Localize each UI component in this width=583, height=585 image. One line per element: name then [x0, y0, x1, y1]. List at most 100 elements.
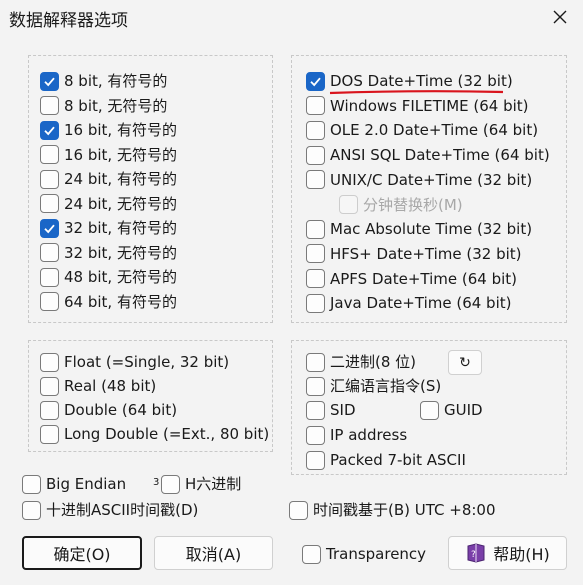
refresh-button[interactable]: ↻	[448, 350, 482, 375]
transparency-checkbox[interactable]	[302, 544, 321, 564]
transparency-label: Transparency	[326, 545, 427, 563]
transparency-option[interactable]: Transparency	[302, 543, 426, 565]
date-type-checkbox[interactable]	[306, 71, 325, 91]
assembly-option[interactable]: 汇编语言指令(S)	[306, 375, 441, 397]
float-type-checkbox[interactable]	[40, 352, 59, 372]
guid-label: GUID	[444, 401, 483, 419]
big-endian-option[interactable]: Big Endian	[22, 473, 126, 495]
date-type-option[interactable]: Windows FILETIME (64 bit)	[306, 95, 529, 117]
timestamp-base-option[interactable]: 时间戳基于(B) UTC +8:00	[289, 499, 496, 521]
integer-type-checkbox[interactable]	[40, 292, 59, 311]
integer-type-label: 8 bit, 无符号的	[64, 96, 168, 115]
assembly-label: 汇编语言指令(S)	[330, 377, 442, 395]
date-type-checkbox[interactable]	[306, 244, 325, 264]
integer-type-option[interactable]: 24 bit, 有符号的	[40, 168, 177, 190]
hex-label: H六进制	[185, 475, 242, 493]
integer-type-option[interactable]: 16 bit, 有符号的	[40, 119, 177, 141]
date-type-checkbox[interactable]	[306, 120, 325, 140]
big-endian-checkbox[interactable]	[22, 474, 41, 494]
ip-option[interactable]: IP address	[306, 424, 407, 446]
hex-option[interactable]: H六进制	[161, 473, 241, 495]
ip-label: IP address	[330, 426, 408, 444]
integer-type-checkbox[interactable]	[40, 145, 59, 164]
timestamp-base-checkbox[interactable]	[289, 500, 308, 520]
window-title: 数据解释器选项	[9, 11, 128, 31]
float-type-option[interactable]: Real (48 bit)	[40, 375, 156, 397]
float-type-label: Double (64 bit)	[64, 401, 178, 419]
cancel-button[interactable]: 取消(A)	[154, 536, 273, 570]
date-type-checkbox[interactable]	[306, 293, 325, 313]
check-icon	[44, 224, 55, 233]
integer-type-label: 24 bit, 有符号的	[64, 170, 177, 188]
date-type-label: HFS+ Date+Time (32 bit)	[330, 244, 522, 263]
integer-type-checkbox[interactable]	[40, 96, 59, 115]
integer-type-checkbox[interactable]	[40, 243, 59, 262]
guid-option[interactable]: GUID	[420, 399, 483, 421]
float-type-checkbox[interactable]	[40, 424, 59, 444]
guid-checkbox[interactable]	[420, 400, 439, 420]
ip-checkbox[interactable]	[306, 425, 325, 445]
sid-label: SID	[330, 401, 356, 419]
date-type-option[interactable]: DOS Date+Time (32 bit)	[306, 70, 513, 92]
date-type-checkbox[interactable]	[306, 219, 325, 239]
integer-type-option[interactable]: 48 bit, 无符号的	[40, 266, 177, 288]
red-underline-annotation	[329, 90, 504, 95]
date-type-label: Mac Absolute Time (32 bit)	[330, 220, 533, 239]
integer-type-option[interactable]: 8 bit, 有符号的	[40, 70, 167, 92]
ok-button[interactable]: 确定(O)	[22, 536, 142, 570]
date-type-option[interactable]: OLE 2.0 Date+Time (64 bit)	[306, 119, 538, 141]
float-type-option[interactable]: Long Double (=Ext., 80 bit)	[40, 423, 269, 445]
sid-option[interactable]: SID	[306, 399, 356, 421]
date-type-option[interactable]: HFS+ Date+Time (32 bit)	[306, 243, 522, 265]
integer-type-checkbox[interactable]	[40, 267, 59, 287]
decimal-ascii-checkbox[interactable]	[22, 500, 41, 520]
float-type-option[interactable]: Float (=Single, 32 bit)	[40, 351, 229, 373]
binary-option[interactable]: 二进制(8 位)	[306, 351, 416, 373]
float-type-option[interactable]: Double (64 bit)	[40, 399, 177, 421]
integer-type-checkbox[interactable]	[40, 194, 59, 213]
close-button[interactable]	[537, 0, 583, 34]
date-type-label: OLE 2.0 Date+Time (64 bit)	[330, 121, 539, 140]
float-type-label: Long Double (=Ext., 80 bit)	[64, 425, 270, 443]
integer-type-option[interactable]: 8 bit, 无符号的	[40, 95, 167, 117]
date-type-checkbox[interactable]	[306, 145, 325, 165]
date-type-option[interactable]: UNIX/C Date+Time (32 bit)	[306, 169, 532, 191]
integer-type-option[interactable]: 16 bit, 无符号的	[40, 144, 177, 166]
decimal-ascii-option[interactable]: 十进制ASCII时间戳(D)	[22, 499, 198, 521]
date-type-option[interactable]: Java Date+Time (64 bit)	[306, 292, 511, 314]
superscript-3: 3	[153, 477, 160, 488]
decimal-ascii-label: 十进制ASCII时间戳(D)	[46, 501, 199, 519]
integer-type-checkbox[interactable]	[40, 218, 59, 238]
help-label: 帮助(H)	[493, 545, 550, 564]
integer-type-checkbox[interactable]	[40, 169, 59, 189]
integer-type-option[interactable]: 32 bit, 有符号的	[40, 217, 177, 239]
integer-type-option[interactable]: 24 bit, 无符号的	[40, 193, 177, 215]
date-type-option[interactable]: APFS Date+Time (64 bit)	[306, 268, 517, 290]
packed-ascii-checkbox[interactable]	[306, 450, 325, 470]
help-button[interactable]: ? 帮助(H)	[448, 536, 567, 570]
check-icon	[310, 77, 321, 86]
hex-checkbox[interactable]	[161, 474, 180, 494]
date-type-checkbox[interactable]	[306, 269, 325, 289]
float-type-checkbox[interactable]	[40, 376, 59, 396]
date-type-option[interactable]: ANSI SQL Date+Time (64 bit)	[306, 144, 550, 166]
integer-type-label: 16 bit, 有符号的	[64, 121, 177, 139]
sid-checkbox[interactable]	[306, 400, 325, 420]
integer-type-checkbox[interactable]	[40, 71, 59, 91]
date-type-option[interactable]: Mac Absolute Time (32 bit)	[306, 218, 532, 240]
integer-type-option[interactable]: 64 bit, 有符号的	[40, 291, 177, 313]
title-bar: 数据解释器选项	[0, 0, 583, 34]
svg-text:?: ?	[471, 550, 476, 560]
cancel-label: 取消(A)	[185, 545, 242, 564]
integer-type-label: 24 bit, 无符号的	[64, 194, 177, 213]
packed-ascii-option[interactable]: Packed 7-bit ASCII	[306, 449, 466, 471]
integer-type-checkbox[interactable]	[40, 120, 59, 140]
float-type-checkbox[interactable]	[40, 400, 59, 420]
timestamp-base-label: 时间戳基于(B) UTC +8:00	[313, 501, 496, 519]
assembly-checkbox[interactable]	[306, 376, 325, 396]
date-type-checkbox[interactable]	[306, 96, 325, 116]
binary-checkbox[interactable]	[306, 352, 325, 372]
integer-type-option[interactable]: 32 bit, 无符号的	[40, 242, 177, 264]
date-type-label: 分钟替换秒(M)	[363, 195, 463, 214]
date-type-checkbox[interactable]	[306, 170, 325, 190]
